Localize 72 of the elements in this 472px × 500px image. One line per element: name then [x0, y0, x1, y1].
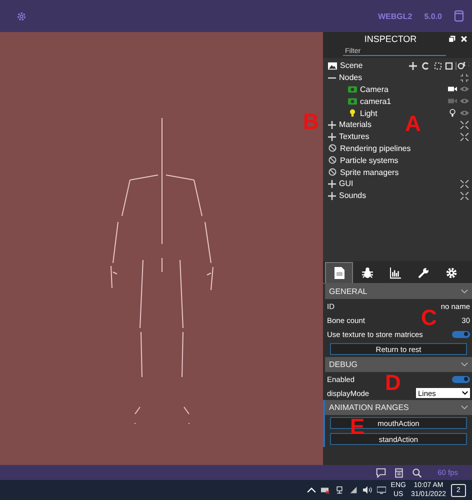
popout-icon[interactable] — [448, 34, 456, 42]
caret-icon — [462, 391, 468, 395]
expand-all-icon[interactable] — [460, 120, 469, 129]
annotation-letter: D — [385, 371, 401, 395]
bug-icon — [362, 266, 372, 278]
chevron-icon — [461, 405, 468, 410]
expand-icon[interactable] — [328, 180, 336, 188]
tree-item[interactable]: Nodes — [339, 73, 362, 82]
empty-icon — [328, 168, 337, 176]
speaker-icon[interactable] — [362, 486, 372, 494]
eye-icon[interactable] — [460, 85, 469, 94]
expand-all-icon[interactable] — [460, 74, 469, 82]
tree-item[interactable]: Materials — [339, 120, 372, 130]
empty-icon — [328, 144, 337, 152]
camera-icon — [348, 97, 357, 106]
tree-item[interactable]: Camera — [360, 84, 388, 94]
tree-item[interactable]: GUI — [339, 179, 354, 188]
bar-chart-icon — [390, 266, 400, 278]
tree-item[interactable]: Sprite managers — [340, 168, 399, 177]
document-icon[interactable] — [394, 468, 404, 478]
tree-item[interactable]: Particle systems — [340, 156, 398, 165]
expand-all-icon[interactable] — [460, 192, 469, 200]
document-icon — [334, 267, 344, 279]
tree-item[interactable]: Scene — [340, 61, 363, 70]
tree-item[interactable]: Light — [360, 108, 378, 118]
panel-title: INSPECTOR — [363, 34, 418, 44]
network-icon[interactable] — [348, 486, 358, 494]
expand-all-icon[interactable] — [460, 132, 469, 141]
tree-item[interactable]: Sounds — [339, 191, 366, 200]
section-title: ANIMATION RANGES — [329, 403, 410, 412]
version-label: 5.0.0 — [424, 12, 442, 20]
section-title: DEBUG — [329, 360, 358, 369]
device-icon[interactable] — [320, 486, 330, 494]
chevron-icon — [461, 362, 468, 367]
section-header[interactable]: GENERAL — [325, 284, 472, 299]
expand-icon[interactable] — [328, 120, 336, 129]
expand-all-icon[interactable] — [460, 180, 469, 188]
section-title: GENERAL — [329, 287, 368, 296]
chevron-up-icon[interactable] — [306, 486, 316, 494]
annotation-letter: B — [303, 110, 319, 134]
toggle-switch[interactable] — [452, 330, 470, 338]
settings-icon[interactable] — [16, 10, 27, 22]
eye-icon[interactable] — [460, 109, 469, 118]
close-icon[interactable] — [460, 34, 468, 42]
picture-icon — [328, 62, 337, 70]
settings-icon — [446, 266, 456, 278]
panel-icon[interactable] — [454, 10, 464, 22]
wrench-icon — [418, 266, 428, 278]
scene-tools-icon[interactable] — [409, 62, 469, 70]
annotation-letter: A — [405, 112, 421, 136]
camera-icon — [348, 85, 357, 94]
eye-icon[interactable] — [460, 97, 469, 106]
monitor-icon[interactable] — [376, 486, 386, 494]
tree-item[interactable]: Textures — [339, 132, 370, 142]
chat-icon[interactable] — [376, 468, 386, 478]
video-camera-icon[interactable] — [448, 85, 457, 94]
version-label: WEBGL2 — [378, 12, 412, 20]
tree-item[interactable]: camera1 — [360, 96, 392, 106]
properties-tab[interactable] — [325, 262, 353, 283]
toggle-switch[interactable] — [452, 376, 470, 382]
search-icon[interactable] — [412, 468, 422, 478]
webcam-icon[interactable] — [334, 486, 344, 494]
empty-icon — [328, 156, 337, 164]
chevron-icon — [461, 289, 468, 294]
lightbulb-icon — [348, 109, 357, 118]
expand-icon[interactable] — [328, 132, 336, 141]
lightbulb-icon[interactable] — [448, 109, 457, 118]
section-header[interactable]: ANIMATION RANGES — [325, 400, 472, 415]
section-header[interactable]: DEBUG — [325, 357, 472, 372]
tree-item[interactable]: Rendering pipelines — [340, 144, 411, 153]
annotation-letter: C — [421, 306, 437, 330]
expand-icon[interactable] — [328, 192, 336, 200]
